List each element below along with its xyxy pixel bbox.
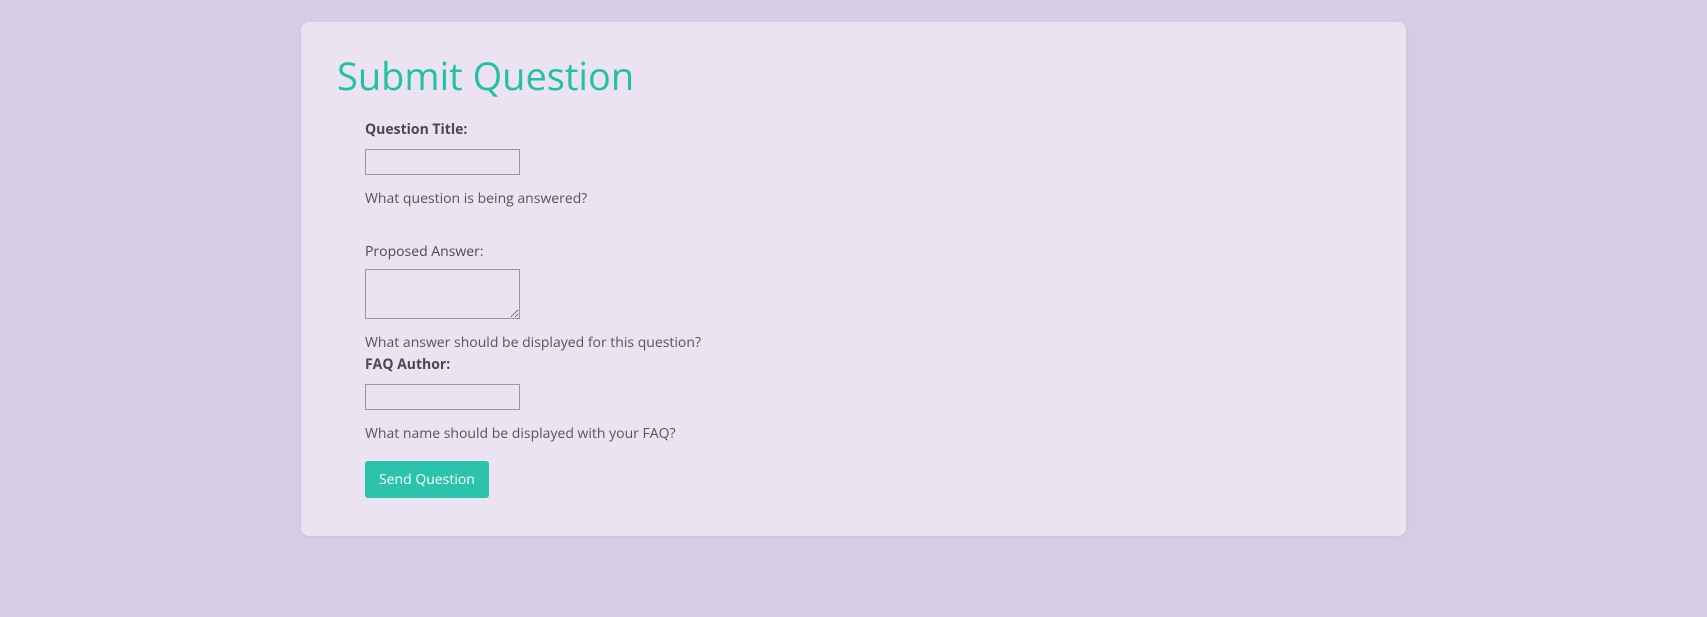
question-title-label: Question Title: xyxy=(365,120,1370,139)
proposed-answer-label: Proposed Answer: xyxy=(365,242,1370,261)
question-title-help: What question is being answered? xyxy=(365,189,1370,208)
faq-author-input[interactable] xyxy=(365,384,520,410)
proposed-answer-input[interactable] xyxy=(365,269,520,319)
form-card: Submit Question Question Title: What que… xyxy=(301,22,1406,536)
faq-author-label: FAQ Author: xyxy=(365,355,1370,374)
proposed-answer-help: What answer should be displayed for this… xyxy=(365,333,1370,352)
question-title-input[interactable] xyxy=(365,149,520,175)
send-question-button[interactable]: Send Question xyxy=(365,461,489,498)
faq-author-help: What name should be displayed with your … xyxy=(365,424,1370,443)
page-title: Submit Question xyxy=(337,50,1370,102)
form-section: Question Title: What question is being a… xyxy=(337,120,1370,498)
